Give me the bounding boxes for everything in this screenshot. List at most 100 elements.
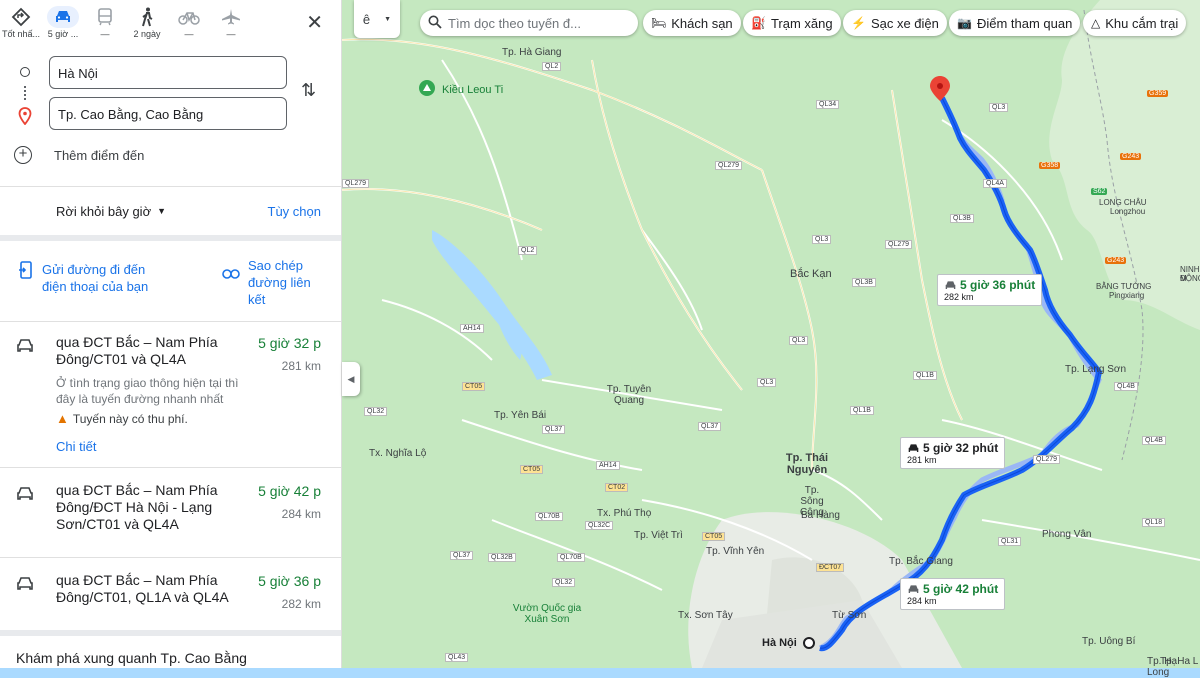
bed-icon: 🛏 — [651, 16, 667, 30]
road-shield: QL32B — [488, 553, 516, 562]
walk-icon — [142, 7, 153, 27]
route-option-3[interactable]: qua ĐCT Bắc – Nam Phía Đông/CT01, QL1A v… — [0, 558, 341, 630]
dropdown-arrow-icon[interactable]: ▼ — [157, 206, 166, 216]
mode-best[interactable]: Tốt nhấ... — [0, 6, 42, 39]
city-label: LONG CHÂU — [1099, 198, 1147, 207]
road-shield: QL4A — [983, 179, 1007, 188]
mode-transit[interactable]: — — [84, 6, 126, 39]
route-option-1[interactable]: qua ĐCT Bắc – Nam Phía Đông/CT01 và QL4A… — [0, 322, 341, 467]
directions-panel: Tốt nhấ... 5 giờ ... — 2 ngày — — ✕ Hà N… — [0, 0, 342, 668]
road-shield: G243 — [1120, 153, 1142, 160]
city-label: Tx. Nghĩa Lộ — [369, 448, 427, 459]
road-shield: QL279 — [1033, 455, 1061, 464]
destination-pin-icon — [18, 107, 32, 130]
route-option-2[interactable]: qua ĐCT Bắc – Nam Phía Đông/ĐCT Hà Nội -… — [0, 468, 341, 557]
route-callout-3[interactable]: 5 giờ 36 phút 282 km — [937, 274, 1043, 306]
travel-modes: Tốt nhấ... 5 giờ ... — 2 ngày — — ✕ — [0, 0, 341, 50]
callout-time: 5 giờ 32 phút — [923, 441, 999, 455]
gas-station-icon: ⛽ — [751, 16, 766, 30]
origin-input[interactable]: Hà Nội — [49, 56, 287, 89]
send-phone-icon — [18, 261, 42, 321]
car-icon — [17, 577, 33, 590]
map-canvas[interactable]: Tp. Hà Giang Kiều Leou Ti Bắc Kạn Tp. Tu… — [341, 0, 1200, 678]
road-shield: QL31 — [998, 537, 1022, 546]
mode-driving[interactable]: 5 giờ ... — [42, 6, 84, 39]
map-labels: Tp. Hà Giang Kiều Leou Ti Bắc Kạn Tp. Tu… — [342, 0, 1200, 678]
road-shield: QL70B — [535, 512, 563, 521]
layers-button[interactable]: ê ▼ — [354, 0, 400, 38]
mode-cycling[interactable]: — — [168, 6, 210, 39]
car-icon — [945, 280, 956, 289]
mode-flight[interactable]: — — [210, 6, 252, 39]
road-shield: QL37 — [542, 425, 566, 434]
city-label: Pingxiang — [1109, 291, 1145, 300]
chip-attractions[interactable]: 📷 Điểm tham quan — [949, 10, 1081, 36]
add-destination-button[interactable]: + Thêm điểm đến — [14, 146, 144, 164]
road-shield: QL37 — [450, 551, 474, 560]
swap-icon[interactable]: ⇅ — [301, 80, 316, 101]
origin-circle-icon — [20, 67, 30, 77]
city-label: Bắc Kạn — [790, 268, 832, 280]
city-label: Từ Sơn — [832, 610, 867, 621]
car-icon — [908, 443, 919, 452]
layers-icon: ê — [362, 11, 371, 27]
ev-charger-icon: ⚡ — [851, 16, 866, 30]
chip-label: Trạm xăng — [770, 15, 833, 31]
route-search-box[interactable]: Tìm dọc theo tuyến đ... — [420, 10, 638, 36]
dots-connector — [24, 86, 26, 100]
road-shield: G359 — [1147, 90, 1169, 97]
depart-dropdown[interactable]: Rời khỏi bây giờ — [56, 204, 151, 219]
collapse-panel-button[interactable]: ◀ — [342, 362, 360, 396]
mode-driving-label: 5 giờ ... — [47, 29, 79, 39]
road-shield: QL3 — [789, 336, 809, 345]
road-shield: QL4B — [1142, 436, 1166, 445]
mode-walking-label: 2 ngày — [133, 29, 161, 39]
road-shield: QL279 — [342, 179, 370, 188]
close-icon[interactable]: ✕ — [306, 10, 323, 35]
road-shield: G243 — [1105, 257, 1127, 264]
options-link[interactable]: Tùy chọn — [268, 204, 321, 219]
chip-campgrounds[interactable]: △ Khu cắm trại — [1083, 10, 1187, 36]
destination-input[interactable]: Tp. Cao Bằng, Cao Bằng — [49, 97, 287, 130]
road-shield: AH14 — [460, 324, 484, 333]
route-callout-2[interactable]: 5 giờ 42 phút 284 km — [900, 578, 1006, 610]
details-link[interactable]: Chi tiết — [56, 439, 256, 454]
callout-distance: 282 km — [944, 292, 974, 302]
search-icon — [428, 15, 442, 32]
copy-link-button[interactable]: Sao chép đường liên kết — [222, 257, 318, 321]
chip-gas[interactable]: ⛽ Trạm xăng — [743, 10, 841, 36]
city-label: Tp. Thái Nguyên — [785, 452, 829, 476]
chip-label: Sạc xe điện — [870, 15, 939, 31]
road-shield: QL3B — [852, 278, 876, 287]
city-label: Ba Hàng — [801, 510, 840, 521]
flight-icon — [222, 9, 240, 25]
road-shield: QL32C — [585, 521, 614, 530]
car-icon — [17, 487, 33, 500]
mode-walking[interactable]: 2 ngày — [126, 6, 168, 39]
road-shield: QL279 — [885, 240, 913, 249]
transit-icon — [98, 8, 112, 26]
route-callout-1[interactable]: 5 giờ 32 phút 281 km — [900, 437, 1006, 469]
road-shield: CT02 — [605, 483, 629, 492]
road-shield: QL32 — [364, 407, 388, 416]
city-label: ĐỘNG — [1180, 274, 1200, 283]
park-label: Vườn Quốc gia Xuân Sơn — [512, 603, 582, 625]
city-label: Tp. Bắc Giang — [889, 556, 953, 567]
chip-ev-charging[interactable]: ⚡ Sạc xe điện — [843, 10, 947, 36]
road-shield: QL3 — [989, 103, 1009, 112]
chip-hotels[interactable]: 🛏 Khách sạn — [643, 10, 741, 36]
city-label: Tp. Uông Bí — [1082, 636, 1136, 647]
mode-transit-label: — — [100, 29, 110, 39]
route-time: 5 giờ 36 p — [258, 573, 321, 589]
search-placeholder: Tìm dọc theo tuyến đ... — [448, 15, 581, 31]
city-label: Tx. Sơn Tây — [678, 610, 733, 621]
city-label: BẰNG TƯỜNG — [1096, 282, 1152, 291]
chip-label: Khách sạn — [671, 15, 733, 31]
road-shield: G358 — [1039, 162, 1061, 169]
city-label: Tp. Lạng Sơn — [1065, 364, 1127, 375]
explore-heading: Khám phá xung quanh Tp. Cao Bằng — [16, 650, 247, 666]
road-shield: CT05 — [462, 382, 486, 391]
road-shield: ĐCT07 — [816, 563, 845, 572]
road-shield: QL2 — [518, 246, 538, 255]
send-to-phone-button[interactable]: Gửi đường đi đến điện thoại của bạn — [18, 261, 222, 321]
